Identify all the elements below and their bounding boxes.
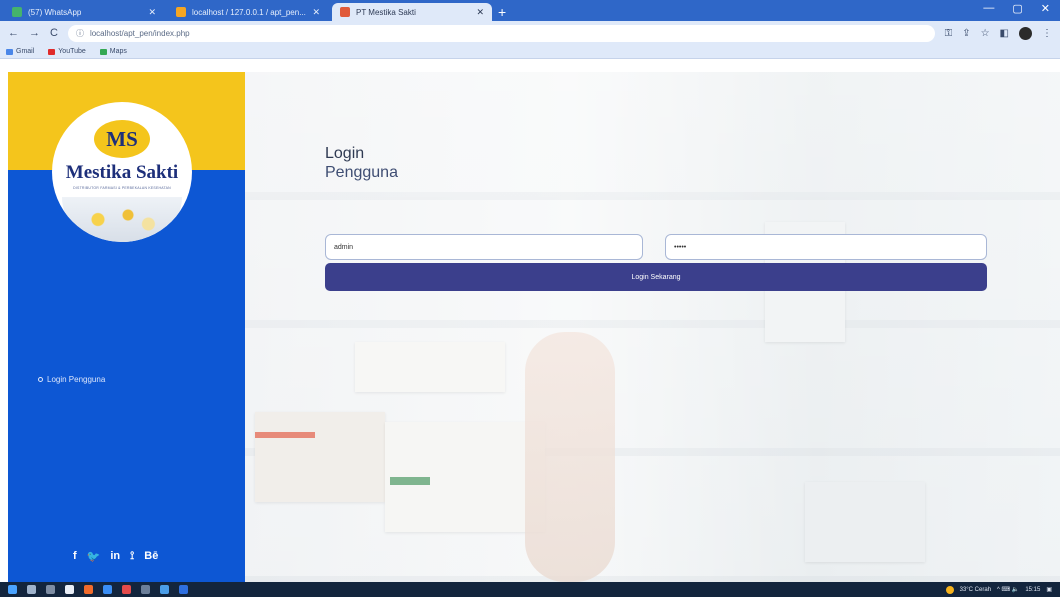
- os-taskbar: 33°C Cerah ^ ⌨ 🔈 15:15 ▣: [0, 582, 1060, 597]
- maximize-button[interactable]: ▢: [1012, 2, 1022, 15]
- bookmark-label: YouTube: [58, 48, 86, 55]
- background-shelf-box: [255, 412, 385, 502]
- circle-icon: [38, 377, 43, 382]
- site-favicon-icon: [340, 7, 350, 17]
- logo-illustration: [62, 197, 182, 242]
- app-icon[interactable]: [160, 585, 169, 594]
- bookmark-youtube[interactable]: YouTube: [48, 48, 86, 55]
- browser-tab-active[interactable]: PT Mestika Sakti ✕: [332, 3, 492, 21]
- forward-button[interactable]: →: [29, 27, 40, 39]
- menu-icon[interactable]: ⋮: [1042, 28, 1052, 39]
- bookmark-gmail[interactable]: Gmail: [6, 48, 34, 55]
- background-hand: [525, 332, 615, 582]
- browser-tab-bar: (57) WhatsApp ✕ localhost / 127.0.0.1 / …: [0, 0, 1060, 21]
- password-input[interactable]: •••••: [665, 234, 987, 260]
- clock[interactable]: 15:15: [1025, 587, 1040, 593]
- youtube-icon: [48, 48, 56, 55]
- new-tab-button[interactable]: +: [498, 3, 506, 21]
- bookmarks-bar: Gmail YouTube Maps: [0, 45, 1060, 59]
- minimize-button[interactable]: —: [983, 2, 994, 15]
- chrome-icon[interactable]: [103, 585, 112, 594]
- weather-text[interactable]: 33°C Cerah: [960, 587, 991, 593]
- background-stripe: [390, 477, 430, 485]
- notification-icon[interactable]: ▣: [1046, 586, 1052, 593]
- company-logo: MS Mestika Sakti DISTRIBUTOR FARMASI & P…: [52, 102, 192, 242]
- background-shelf-box: [355, 342, 505, 392]
- bookmark-label: Maps: [109, 48, 127, 55]
- maps-icon: [99, 48, 107, 55]
- key-icon[interactable]: ⚿: [945, 28, 953, 39]
- app-icon[interactable]: [141, 585, 150, 594]
- sidebar-item-label: Login Pengguna: [47, 375, 106, 384]
- url-input[interactable]: ⓘ localhost/apt_pen/index.php: [67, 24, 935, 42]
- sidebar-item-login[interactable]: Login Pengguna: [38, 375, 105, 384]
- window-controls: — ▢ ✕: [983, 2, 1050, 15]
- tab-title: localhost / 127.0.0.1 / apt_pen...: [192, 7, 306, 17]
- taskview-icon[interactable]: [46, 585, 55, 594]
- linkedin-icon[interactable]: in: [110, 550, 120, 563]
- twitter-icon[interactable]: 🐦: [87, 550, 101, 563]
- logo-tagline: DISTRIBUTOR FARMASI & PERBEKALAN KESEHAT…: [73, 186, 171, 190]
- tab-title: PT Mestika Sakti: [356, 7, 416, 17]
- whatsapp-icon: [12, 7, 22, 17]
- info-icon: ⓘ: [75, 28, 84, 38]
- browser-tab[interactable]: (57) WhatsApp ✕: [4, 3, 164, 21]
- url-text: localhost/apt_pen/index.php: [89, 28, 190, 38]
- login-main: Login Pengguna admin ••••• Login Sekaran…: [245, 72, 1060, 582]
- login-button[interactable]: Login Sekarang: [325, 263, 987, 291]
- taskbar-apps: [8, 585, 188, 594]
- sidepanel-icon[interactable]: ◧: [1000, 28, 1009, 39]
- sidebar: MS Mestika Sakti DISTRIBUTOR FARMASI & P…: [8, 72, 245, 582]
- tab-title: (57) WhatsApp: [28, 7, 82, 17]
- facebook-icon[interactable]: f: [73, 550, 77, 563]
- system-tray: 33°C Cerah ^ ⌨ 🔈 15:15 ▣: [945, 585, 1052, 594]
- bookmark-maps[interactable]: Maps: [99, 48, 127, 55]
- app-icon[interactable]: [179, 585, 188, 594]
- gmail-icon: [6, 48, 13, 55]
- start-icon[interactable]: [8, 585, 17, 594]
- close-window-button[interactable]: ✕: [1041, 2, 1050, 15]
- background-stripe: [255, 432, 315, 438]
- close-tab-icon[interactable]: ✕: [476, 7, 484, 18]
- background-shelf-box: [805, 482, 925, 562]
- rss-icon[interactable]: ⟟: [130, 550, 134, 563]
- logo-company-name: Mestika Sakti: [65, 162, 179, 183]
- explorer-icon[interactable]: [65, 585, 74, 594]
- page-title: Login Pengguna: [325, 144, 398, 182]
- address-bar: ← → C ⓘ localhost/apt_pen/index.php ⚿ ⇪ …: [0, 21, 1060, 45]
- reload-button[interactable]: C: [50, 27, 58, 39]
- profile-avatar[interactable]: [1019, 26, 1032, 40]
- star-icon[interactable]: ☆: [981, 28, 990, 39]
- app-icon[interactable]: [122, 585, 131, 594]
- social-links: f 🐦 in ⟟ Bē: [73, 550, 158, 563]
- browser-tab[interactable]: localhost / 127.0.0.1 / apt_pen... ✕: [168, 3, 328, 21]
- phpmyadmin-icon: [176, 7, 186, 17]
- close-tab-icon[interactable]: ✕: [312, 7, 320, 18]
- title-line: Pengguna: [325, 164, 398, 181]
- share-icon[interactable]: ⇪: [962, 28, 970, 39]
- close-tab-icon[interactable]: ✕: [148, 7, 156, 18]
- weather-icon: [945, 585, 954, 594]
- title-line: Login: [325, 145, 365, 162]
- behance-icon[interactable]: Bē: [144, 550, 158, 563]
- toolbar-actions: ⚿ ⇪ ☆ ◧ ⋮: [945, 26, 1052, 40]
- bookmark-label: Gmail: [16, 48, 35, 55]
- username-input[interactable]: admin: [325, 234, 643, 260]
- logo-initials: MS: [94, 120, 150, 158]
- search-icon[interactable]: [27, 585, 36, 594]
- app-icon[interactable]: [84, 585, 93, 594]
- back-button[interactable]: ←: [8, 27, 19, 39]
- page-content: MS Mestika Sakti DISTRIBUTOR FARMASI & P…: [0, 72, 1060, 582]
- tray-icons[interactable]: ^ ⌨ 🔈: [997, 586, 1019, 593]
